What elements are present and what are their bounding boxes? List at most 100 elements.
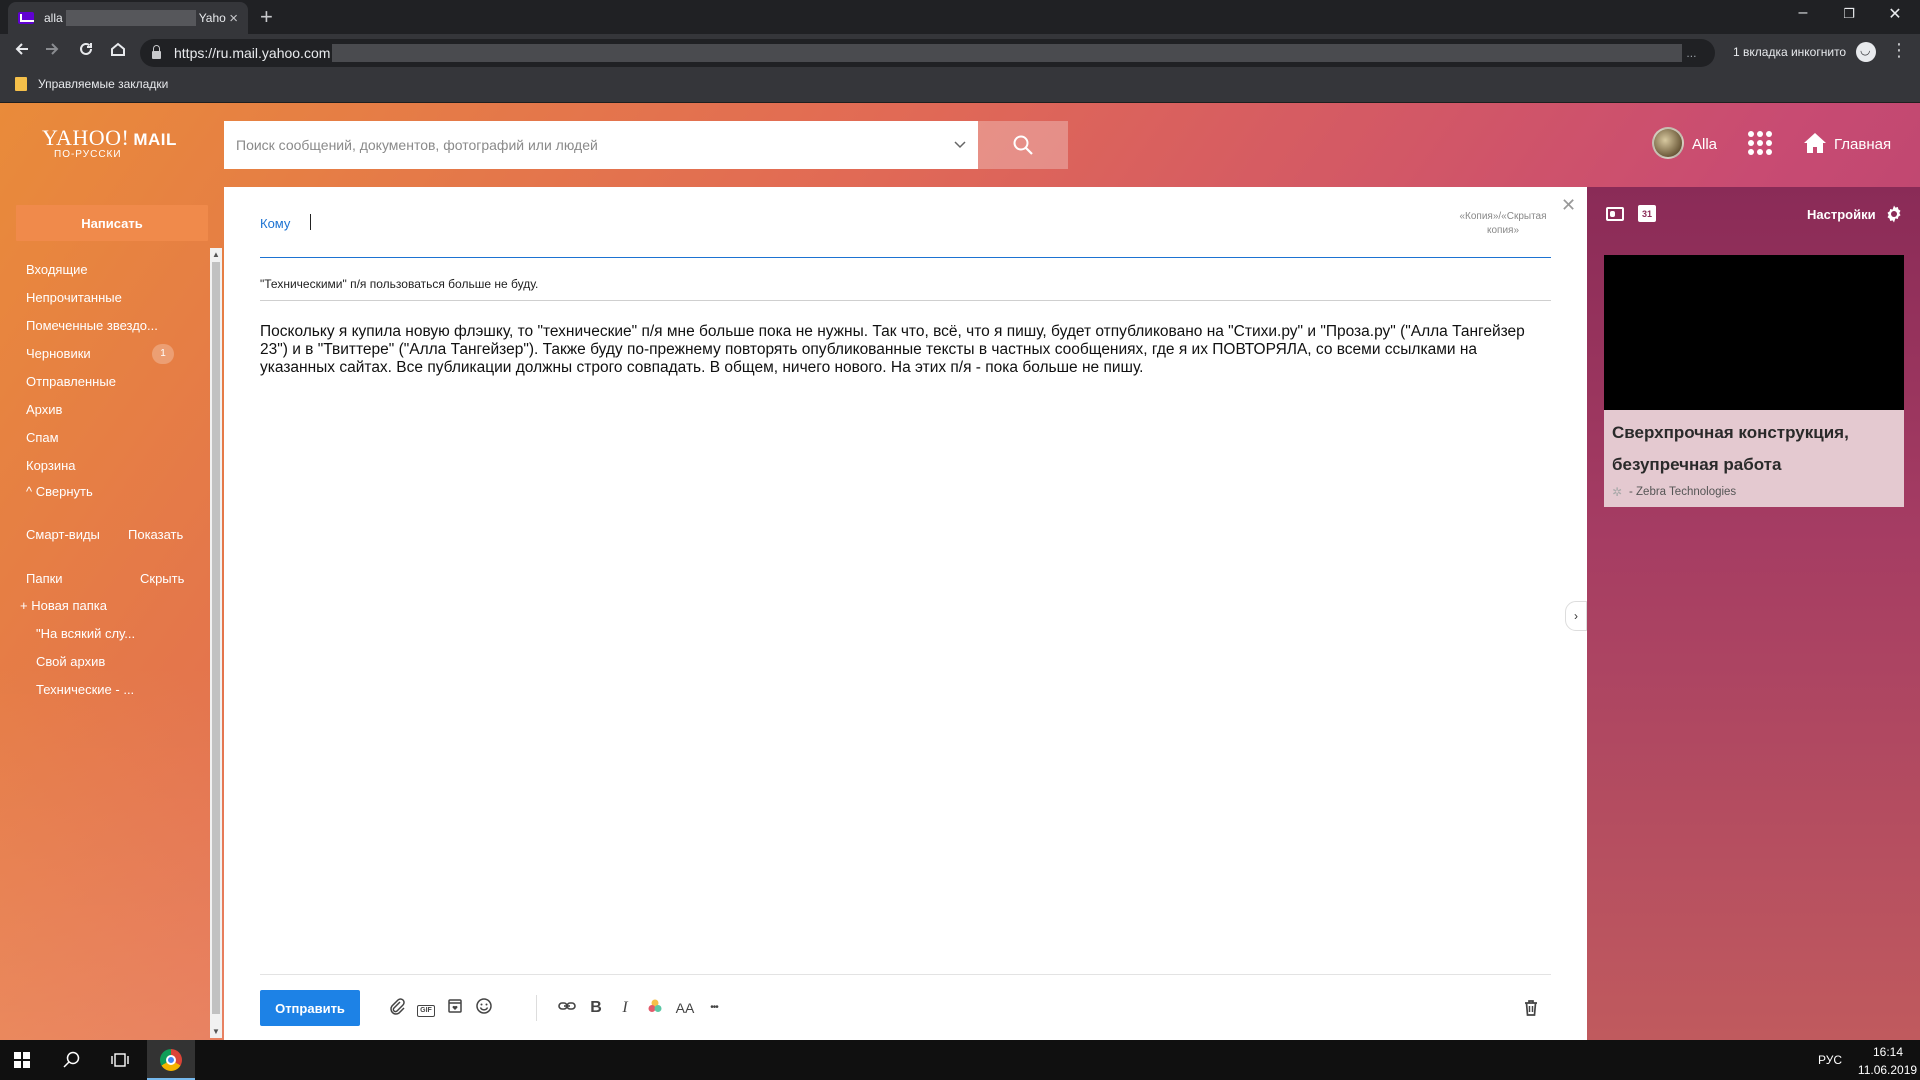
gif-icon[interactable]: GIF bbox=[415, 997, 437, 1019]
minimize-button[interactable]: – bbox=[1780, 4, 1826, 22]
chrome-taskbar-icon[interactable] bbox=[147, 1040, 195, 1080]
smart-views-show[interactable]: Показать bbox=[128, 527, 183, 542]
incognito-icon[interactable] bbox=[1856, 42, 1876, 62]
sidebar-item-inbox[interactable]: Входящие bbox=[26, 262, 88, 277]
gear-icon[interactable] bbox=[1884, 204, 1904, 224]
ad-sponsor: ✲ - Zebra Technologies bbox=[1612, 485, 1736, 499]
avatar[interactable] bbox=[1652, 127, 1684, 159]
chevron-down-icon[interactable] bbox=[954, 138, 966, 152]
send-button[interactable]: Отправить bbox=[260, 990, 360, 1026]
url-text: https://ru.mail.yahoo.com bbox=[174, 45, 331, 61]
bookmark-folder-label[interactable]: Управляемые закладки bbox=[38, 77, 168, 91]
scroll-thumb[interactable] bbox=[212, 262, 220, 1014]
attach-icon[interactable] bbox=[386, 997, 408, 1019]
settings-link[interactable]: Настройки bbox=[1807, 207, 1876, 222]
sidebar-item-trash[interactable]: Корзина bbox=[26, 458, 76, 473]
ad-image[interactable] bbox=[1604, 255, 1904, 410]
to-divider bbox=[260, 257, 1551, 258]
restore-button[interactable]: ❐ bbox=[1826, 6, 1872, 22]
clock-time[interactable]: 16:14 bbox=[1868, 1045, 1908, 1059]
sidebar-item-unread[interactable]: Непрочитанные bbox=[26, 290, 122, 305]
search-button[interactable] bbox=[978, 121, 1068, 169]
apps-grid-icon[interactable] bbox=[1748, 131, 1772, 155]
sidebar-folder-item[interactable]: "На всякий слу... bbox=[36, 626, 135, 641]
text-caret bbox=[310, 214, 311, 230]
ad-title[interactable]: Сверхпрочная конструкция, безупречная ра… bbox=[1612, 417, 1897, 481]
home-link[interactable]: Главная bbox=[1834, 136, 1891, 153]
contacts-icon[interactable] bbox=[1606, 207, 1624, 221]
tab-close-icon[interactable]: × bbox=[229, 10, 238, 27]
smart-views-label[interactable]: Смарт-виды bbox=[26, 527, 100, 542]
ad-sponsor-label: - Zebra Technologies bbox=[1629, 486, 1737, 498]
home-icon[interactable] bbox=[1803, 131, 1827, 155]
message-body[interactable]: Поскольку я купила новую флэшку, то "тех… bbox=[260, 323, 1540, 377]
more-options-icon[interactable]: ••• bbox=[703, 997, 725, 1019]
subject-divider bbox=[260, 300, 1551, 301]
tab-title-start: alla bbox=[44, 11, 63, 25]
stationery-icon[interactable] bbox=[444, 997, 466, 1019]
emoji-icon[interactable] bbox=[473, 997, 495, 1019]
clock-date[interactable]: 11.06.2019 bbox=[1855, 1063, 1920, 1077]
compose-panel: Кому «Копия»/«Скрытая копия» ✕ "Техничес… bbox=[224, 187, 1587, 1040]
link-icon[interactable] bbox=[556, 997, 578, 1019]
scroll-up-icon[interactable]: ▲ bbox=[212, 250, 220, 259]
subject-field[interactable]: "Техническими" п/я пользоваться больше н… bbox=[260, 277, 1260, 291]
scroll-down-icon[interactable]: ▼ bbox=[212, 1027, 220, 1036]
compose-button[interactable]: Написать bbox=[16, 205, 208, 241]
search-input[interactable] bbox=[236, 137, 954, 153]
folders-label[interactable]: Папки bbox=[26, 571, 63, 586]
text-color-icon[interactable] bbox=[644, 997, 666, 1019]
sidebar-folder-item[interactable]: Технические - ... bbox=[36, 682, 134, 697]
taskbar bbox=[0, 1040, 1920, 1080]
yahoo-mail-logo[interactable]: YAHOO! MAIL ПО-РУССКИ bbox=[42, 125, 177, 160]
language-indicator[interactable]: РУС bbox=[1818, 1053, 1842, 1067]
lock-icon bbox=[152, 45, 161, 59]
reload-icon[interactable] bbox=[74, 40, 98, 64]
toolbar-separator bbox=[536, 995, 537, 1021]
url-ellipsis: ... bbox=[1686, 46, 1697, 60]
calendar-icon[interactable]: 31 bbox=[1638, 205, 1656, 222]
taskbar-search-icon[interactable] bbox=[62, 1050, 82, 1070]
new-tab-button[interactable]: + bbox=[260, 4, 273, 30]
cc-bcc-link[interactable]: «Копия»/«Скрытая копия» bbox=[1448, 210, 1558, 238]
browser-menu-icon[interactable]: ⋮ bbox=[1890, 40, 1908, 61]
home-browser-icon[interactable] bbox=[106, 40, 130, 64]
sidebar-scrollbar[interactable]: ▲ ▼ bbox=[210, 248, 222, 1038]
sidebar-item-sent[interactable]: Отправленные bbox=[26, 374, 116, 389]
windows-start-icon[interactable] bbox=[14, 1052, 30, 1068]
mail-favicon-icon bbox=[18, 12, 34, 24]
to-input[interactable] bbox=[309, 209, 1359, 239]
to-label[interactable]: Кому bbox=[260, 216, 290, 231]
window-close-button[interactable]: ✕ bbox=[1872, 4, 1918, 24]
logo-mail: MAIL bbox=[133, 130, 177, 149]
italic-icon[interactable]: I bbox=[614, 997, 636, 1019]
user-name[interactable]: Alla bbox=[1692, 136, 1717, 153]
url-redaction bbox=[332, 44, 1683, 62]
ad-card[interactable]: Сверхпрочная конструкция, безупречная ра… bbox=[1604, 255, 1904, 507]
bold-icon[interactable]: B bbox=[585, 997, 607, 1019]
sidebar-collapse-link[interactable]: ^ Свернуть bbox=[26, 484, 93, 499]
close-icon[interactable]: ✕ bbox=[1561, 195, 1576, 216]
drafts-count-badge: 1 bbox=[152, 344, 174, 364]
gif-label: GIF bbox=[417, 1005, 435, 1017]
sidebar-item-starred[interactable]: Помеченные звездо... bbox=[26, 318, 158, 333]
logo-main: YAHOO! bbox=[42, 125, 130, 150]
task-view-icon[interactable] bbox=[110, 1051, 130, 1069]
search-box bbox=[224, 121, 978, 169]
sidebar-item-archive[interactable]: Архив bbox=[26, 402, 62, 417]
browser-tab[interactable]: alla Yaho × bbox=[8, 2, 248, 34]
new-folder-button[interactable]: + Новая папка bbox=[20, 598, 107, 613]
sidebar-folder-item[interactable]: Свой архив bbox=[36, 654, 105, 669]
folders-hide[interactable]: Скрыть bbox=[140, 571, 184, 586]
back-arrow-icon[interactable] bbox=[10, 40, 34, 64]
address-bar[interactable]: https://ru.mail.yahoo.com ... bbox=[140, 39, 1715, 67]
chevron-right-icon[interactable]: › bbox=[1565, 601, 1587, 631]
forward-arrow-icon[interactable] bbox=[40, 40, 64, 64]
font-size-icon[interactable]: AA bbox=[674, 997, 696, 1019]
tab-title-end: Yaho bbox=[198, 11, 226, 25]
trash-icon[interactable] bbox=[1521, 998, 1541, 1018]
sidebar-item-drafts[interactable]: Черновики bbox=[26, 346, 91, 361]
sidebar-item-spam[interactable]: Спам bbox=[26, 430, 59, 445]
bookmark-folder-icon bbox=[15, 77, 27, 91]
search-icon bbox=[1013, 135, 1033, 155]
